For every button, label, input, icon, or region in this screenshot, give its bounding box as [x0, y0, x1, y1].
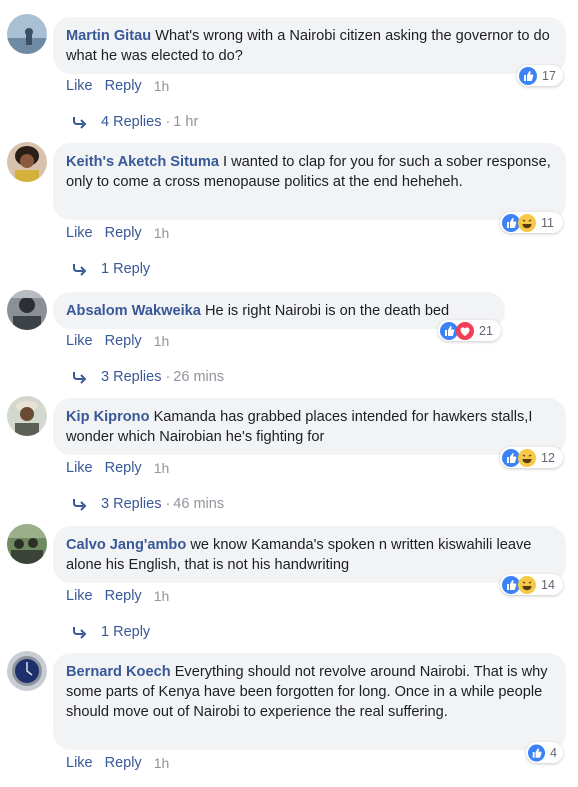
replies-time: 26 mins: [173, 369, 225, 385]
haha-reaction-icon: [518, 575, 536, 594]
comment-bubble: Martin Gitau What's wrong with a Nairobi…: [53, 17, 566, 74]
reply-arrow-icon: [73, 499, 87, 511]
like-link[interactable]: Like: [66, 225, 93, 241]
comment-author[interactable]: Kip Kiprono: [66, 409, 150, 425]
avatar[interactable]: [7, 396, 47, 436]
comment-actions: Like Reply 1h: [66, 333, 169, 349]
reaction-count: 4: [550, 745, 557, 760]
comment-time[interactable]: 1h: [154, 460, 170, 476]
reply-link[interactable]: Reply: [105, 333, 142, 349]
comment-bubble: Keith's Aketch Situma I wanted to clap f…: [53, 143, 566, 220]
reaction-count: 11: [541, 215, 554, 230]
reaction-count: 21: [479, 323, 493, 338]
avatar[interactable]: [7, 651, 47, 691]
comment-author[interactable]: Bernard Koech: [66, 664, 171, 680]
like-link[interactable]: Like: [66, 333, 93, 349]
comment-time[interactable]: 1h: [154, 225, 170, 241]
comment-actions: Like Reply 1h: [66, 78, 169, 94]
comment-bubble: Absalom Wakweika He is right Nairobi is …: [53, 292, 505, 329]
comment-author[interactable]: Absalom Wakweika: [66, 303, 201, 319]
replies-label[interactable]: 3 Replies: [101, 496, 161, 512]
reply-link[interactable]: Reply: [105, 225, 142, 241]
separator-dot: ·: [165, 369, 171, 385]
reply-arrow-icon: [73, 117, 87, 129]
reply-link[interactable]: Reply: [105, 588, 142, 604]
replies-label[interactable]: 3 Replies: [101, 369, 161, 385]
reaction-count: 12: [541, 450, 555, 465]
like-reaction-icon: [519, 66, 537, 85]
comment-bubble: Bernard Koech Everything should not revo…: [53, 653, 566, 750]
reply-link[interactable]: Reply: [105, 460, 142, 476]
comment-time[interactable]: 1h: [154, 333, 170, 349]
view-replies[interactable]: 4 Replies · 1 hr: [72, 114, 198, 130]
comment-actions: Like Reply 1h: [66, 225, 169, 241]
avatar[interactable]: [7, 14, 47, 54]
reactions-badge[interactable]: 4: [526, 742, 563, 763]
reactions-badge[interactable]: 11: [500, 212, 563, 233]
comment-time[interactable]: 1h: [154, 588, 170, 604]
like-link[interactable]: Like: [66, 588, 93, 604]
view-replies[interactable]: 1 Reply: [72, 624, 150, 640]
reactions-badge[interactable]: 14: [500, 574, 563, 595]
separator-dot: ·: [165, 114, 171, 130]
view-replies[interactable]: 3 Replies · 46 mins: [72, 496, 224, 512]
comment-actions: Like Reply 1h: [66, 588, 169, 604]
comment-time[interactable]: 1h: [154, 78, 170, 94]
reactions-badge[interactable]: 17: [517, 65, 563, 86]
comment-actions: Like Reply 1h: [66, 755, 169, 771]
reply-arrow-icon: [73, 264, 87, 276]
haha-reaction-icon: [518, 213, 536, 232]
replies-label[interactable]: 1 Reply: [101, 261, 150, 277]
reactions-badge[interactable]: 12: [500, 447, 563, 468]
reaction-count: 17: [542, 68, 556, 83]
reply-link[interactable]: Reply: [105, 78, 142, 94]
avatar[interactable]: [7, 290, 47, 330]
avatar[interactable]: [7, 142, 47, 182]
haha-reaction-icon: [518, 448, 536, 467]
avatar[interactable]: [7, 524, 47, 564]
reply-arrow-icon: [73, 627, 87, 639]
comment-author[interactable]: Calvo Jang'ambo: [66, 537, 186, 553]
comment-bubble: Calvo Jang'ambo we know Kamanda's spoken…: [53, 526, 566, 583]
like-reaction-icon: [528, 743, 546, 762]
love-reaction-icon: [456, 321, 474, 340]
separator-dot: ·: [165, 496, 171, 512]
replies-time: 1 hr: [173, 114, 199, 130]
comment-text: He is right Nairobi is on the death bed: [204, 303, 450, 319]
comment-actions: Like Reply 1h: [66, 460, 169, 476]
replies-time: 46 mins: [173, 496, 225, 512]
reactions-badge[interactable]: 21: [438, 320, 501, 341]
like-link[interactable]: Like: [66, 78, 93, 94]
comment-bubble: Kip Kiprono Kamanda has grabbed places i…: [53, 398, 566, 455]
reply-link[interactable]: Reply: [105, 755, 142, 771]
replies-label[interactable]: 4 Replies: [101, 114, 161, 130]
view-replies[interactable]: 3 Replies · 26 mins: [72, 369, 224, 385]
like-link[interactable]: Like: [66, 460, 93, 476]
comment-author[interactable]: Keith's Aketch Situma: [66, 154, 219, 170]
reaction-count: 14: [541, 577, 555, 592]
like-link[interactable]: Like: [66, 755, 93, 771]
comment-author[interactable]: Martin Gitau: [66, 28, 151, 44]
comment-time[interactable]: 1h: [154, 755, 170, 771]
reply-arrow-icon: [73, 372, 87, 384]
replies-label[interactable]: 1 Reply: [101, 624, 150, 640]
view-replies[interactable]: 1 Reply: [72, 261, 150, 277]
